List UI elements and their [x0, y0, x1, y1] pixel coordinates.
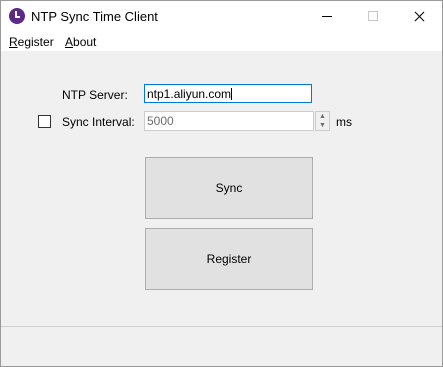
spin-up-icon: ▲ [319, 113, 326, 120]
menu-register-label: egister [17, 35, 54, 49]
menu-about[interactable]: About [65, 35, 96, 49]
window-title: NTP Sync Time Client [31, 9, 158, 24]
sync-interval-spinner: ▲ ▼ [315, 111, 330, 131]
menu-about-accel: A [65, 35, 74, 49]
text-caret [231, 88, 233, 100]
app-window: NTP Sync Time Client Register About NTP … [0, 0, 443, 367]
ntp-server-value: ntp1.aliyun.com [147, 87, 232, 101]
interval-unit-label: ms [336, 115, 352, 129]
menu-bar: Register About [1, 32, 442, 51]
ntp-server-input[interactable]: ntp1.aliyun.com [144, 84, 312, 103]
register-button-label: Register [206, 252, 252, 266]
menu-register[interactable]: Register [9, 35, 54, 49]
sync-interval-input: 5000 [144, 111, 314, 131]
sync-interval-label: Sync Interval: [62, 115, 135, 129]
minimize-icon[interactable] [304, 1, 350, 32]
sync-button-label: Sync [215, 181, 243, 195]
sync-interval-checkbox[interactable] [38, 115, 51, 128]
title-bar[interactable]: NTP Sync Time Client [1, 1, 442, 32]
menu-register-accel: R [9, 35, 18, 49]
clock-app-icon [9, 8, 25, 24]
spin-down-icon: ▼ [319, 122, 326, 129]
status-bar [1, 326, 442, 366]
maximize-icon [350, 1, 396, 32]
register-button[interactable]: Register [145, 228, 313, 290]
close-icon[interactable] [396, 1, 442, 32]
sync-interval-value: 5000 [147, 114, 174, 128]
ntp-server-label: NTP Server: [62, 88, 128, 102]
menu-about-label: bout [73, 35, 97, 49]
sync-button[interactable]: Sync [145, 157, 313, 219]
